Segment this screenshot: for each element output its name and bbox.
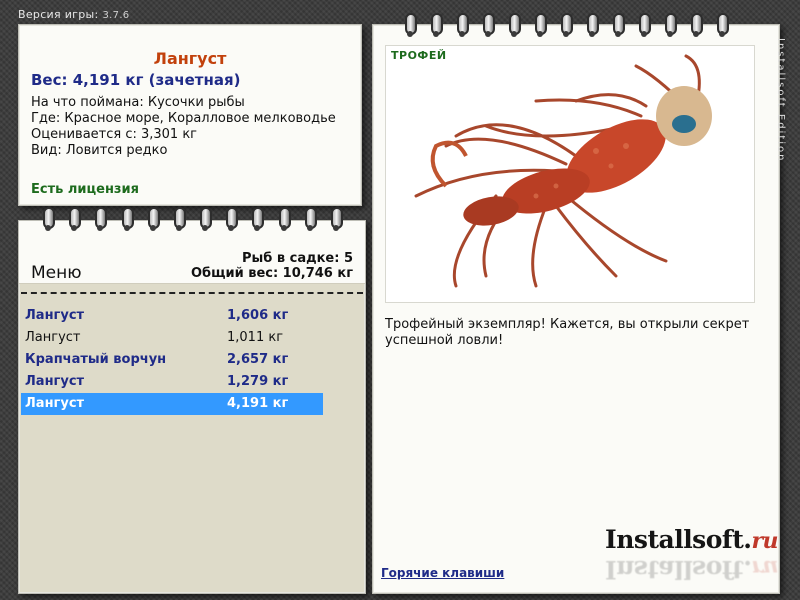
spiral-ring xyxy=(559,13,573,39)
fish-info-card: Лангуст Вес: 4,191 кг (зачетная) На что … xyxy=(18,24,362,206)
fish-list-item-name: Лангуст xyxy=(25,374,85,389)
spiral-ring xyxy=(429,13,443,39)
spiral-ring xyxy=(611,13,625,39)
fish-list-item-weight: 4,191 кг xyxy=(227,396,289,411)
detail-location: Где: Красное море, Коралловое мелководье xyxy=(31,111,336,126)
logo-main: Installsoft. xyxy=(605,525,752,554)
spiral-ring xyxy=(146,207,160,233)
spiral-binding xyxy=(41,207,343,233)
fish-list-item-weight: 1,011 кг xyxy=(227,330,284,345)
spiral-ring xyxy=(41,207,55,233)
fish-count: Рыб в садке: 5 xyxy=(241,251,353,266)
version-number: 3.7.6 xyxy=(102,10,130,21)
fish-name: Лангуст xyxy=(153,49,227,68)
spiral-ring xyxy=(250,207,265,233)
spiral-binding xyxy=(403,13,729,39)
detail-bait: На что поймана: Кусочки рыбы xyxy=(31,95,245,110)
keepnet-card: Меню Рыб в садке: 5 Общий вес: 10,746 кг… xyxy=(18,207,366,594)
fish-weight: Вес: 4,191 кг (зачетная) xyxy=(31,71,241,89)
spiral-ring xyxy=(455,13,469,39)
spiral-ring xyxy=(198,207,213,233)
menu-title[interactable]: Меню xyxy=(31,263,82,283)
spiral-ring xyxy=(277,207,291,233)
license-status: Есть лицензия xyxy=(31,182,139,197)
fish-list-item[interactable]: Лангуст 4,191 кг xyxy=(21,393,323,415)
fish-list-item-name: Лангуст xyxy=(25,308,85,323)
detail-rarity: Вид: Ловится редко xyxy=(31,143,168,158)
fish-list: Лангуст 1,606 кг Лангуст 1,011 кг Крапчатый … xyxy=(21,305,323,415)
fish-list-item-weight: 2,657 кг xyxy=(227,352,289,367)
total-weight: Общий вес: 10,746 кг xyxy=(190,266,353,281)
spiral-ring xyxy=(585,13,599,39)
logo-reflection: Installsoft.ru xyxy=(605,555,779,584)
divider xyxy=(21,292,363,294)
fish-list-item-weight: 1,279 кг xyxy=(227,374,289,389)
spiral-ring xyxy=(120,207,134,233)
side-edition-text: Installsoft Edition xyxy=(775,38,786,163)
fish-list-item-name: Лангуст xyxy=(25,396,85,411)
lobster-image xyxy=(414,54,712,288)
version-label: Версия игры: 3.7.6 xyxy=(18,8,129,21)
spiral-ring xyxy=(481,13,495,39)
logo-suffix: ru xyxy=(751,528,779,554)
spiral-ring xyxy=(637,13,651,39)
trophy-caption: Трофейный экземпляр! Кажется, вы открыли… xyxy=(385,317,750,348)
trophy-panel: ТРОФЕЙ Трофейный экземпляр! Кажется, вы … xyxy=(372,13,780,594)
spiral-ring xyxy=(67,207,82,233)
spiral-ring xyxy=(689,13,703,39)
installsoft-logo: Installsoft.ru Installsoft.ru xyxy=(605,525,779,584)
version-label-text: Версия игры: xyxy=(18,8,99,21)
fish-list-item[interactable]: Лангуст 1,606 кг xyxy=(21,305,323,327)
spiral-ring xyxy=(507,13,521,39)
fish-list-item-name: Лангуст xyxy=(25,330,81,345)
fish-list-item[interactable]: Лангуст 1,279 кг xyxy=(21,371,323,393)
fish-list-item[interactable]: Крапчатый ворчун 2,657 кг xyxy=(21,349,323,371)
fish-list-item[interactable]: Лангуст 1,011 кг xyxy=(21,327,323,349)
spiral-ring xyxy=(303,207,317,233)
fish-list-item-weight: 1,606 кг xyxy=(227,308,289,323)
spiral-ring xyxy=(93,207,108,233)
hotkeys-link[interactable]: Горячие клавиши xyxy=(381,566,504,580)
trophy-label: ТРОФЕЙ xyxy=(391,49,447,62)
fish-details: На что поймана: Кусочки рыбы Где: Красно… xyxy=(31,95,336,159)
spiral-ring xyxy=(533,13,547,39)
keepnet-summary: Рыб в садке: 5 Общий вес: 10,746 кг xyxy=(191,251,353,281)
spiral-ring xyxy=(224,207,239,233)
spiral-ring xyxy=(663,13,677,39)
spiral-ring xyxy=(403,13,417,39)
fish-list-item-name: Крапчатый ворчун xyxy=(25,352,167,367)
spiral-ring xyxy=(172,207,186,233)
fish-photo: ТРОФЕЙ xyxy=(385,45,755,303)
detail-threshold: Оценивается с: 3,301 кг xyxy=(31,127,198,142)
spiral-ring xyxy=(715,13,729,39)
spiral-ring xyxy=(329,207,343,233)
